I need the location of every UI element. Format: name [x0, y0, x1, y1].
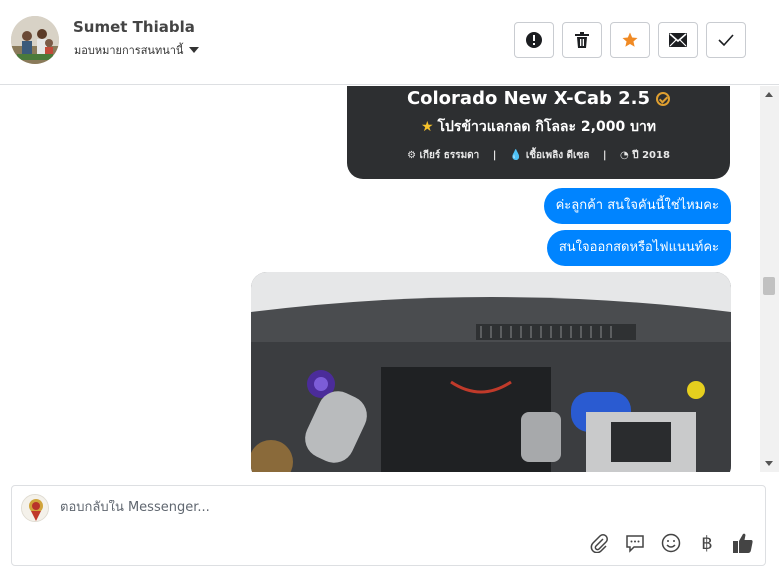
- delete-button[interactable]: [562, 22, 602, 58]
- reply-input[interactable]: [60, 500, 660, 515]
- emoji-button[interactable]: [660, 532, 682, 554]
- alert-icon: [526, 32, 542, 48]
- comment-icon: [626, 535, 644, 553]
- spec-fuel: เชื้อเพลิง ดีเซล: [525, 150, 590, 161]
- customer-avatar[interactable]: [11, 16, 59, 64]
- assign-label: มอบหมายการสนทนานี้: [74, 44, 184, 57]
- chevron-down-icon: [189, 47, 200, 53]
- car-listing-card[interactable]: Colorado New X-Cab 2.5 ★ โปรข้าวแลกลด กิโ…: [347, 86, 730, 179]
- outgoing-message[interactable]: ค่ะลูกค้า สนใจคันนี้ใช่ไหมคะ: [543, 188, 731, 224]
- like-button[interactable]: [732, 532, 754, 554]
- saved-replies-button[interactable]: [624, 532, 646, 554]
- spec-year: ปี 2018: [632, 150, 670, 161]
- verified-check-icon: [656, 92, 671, 106]
- trash-icon: [575, 32, 589, 48]
- assign-conversation-dropdown[interactable]: มอบหมายการสนทนานี้: [74, 41, 200, 59]
- scroll-thumb[interactable]: [763, 277, 775, 295]
- car-specs: ⚙ เกียร์ ธรรมดา | 💧 เชื้อเพลิง ดีเซล | ◔…: [347, 148, 730, 163]
- message-thread[interactable]: Colorado New X-Cab 2.5 ★ โปรข้าวแลกลด กิโ…: [0, 86, 760, 472]
- mark-unread-button[interactable]: [658, 22, 698, 58]
- promo-text: โปรข้าวแลกลด กิโลละ 2,000 บาท: [437, 119, 657, 135]
- attachment-icon: [590, 534, 608, 553]
- engine-bay-photo[interactable]: [251, 272, 731, 472]
- outgoing-message[interactable]: สนใจออกสดหรือไฟแนนท์คะ: [546, 230, 731, 266]
- star-icon: [622, 32, 638, 47]
- conversation-header: Sumet Thiabla มอบหมายการสนทนานี้: [0, 0, 779, 85]
- reply-composer: ฿: [11, 485, 766, 566]
- thread-scrollbar[interactable]: [760, 86, 779, 472]
- mark-done-button[interactable]: [706, 22, 746, 58]
- gauge-icon: ◔: [620, 150, 629, 161]
- thumbs-up-icon: [733, 533, 753, 553]
- card-title-row: Colorado New X-Cab 2.5: [347, 88, 730, 109]
- smiley-icon: [661, 533, 681, 553]
- attach-button[interactable]: [588, 532, 610, 554]
- fuel-drop-icon: 💧: [509, 150, 523, 161]
- divider: |: [492, 150, 497, 161]
- gear-icon: ⚙: [407, 150, 417, 161]
- customer-name: Sumet Thiabla: [73, 18, 195, 36]
- composer-tools: ฿: [588, 532, 754, 554]
- spec-gear: เกียร์ ธรรมดา: [419, 150, 480, 161]
- payment-button[interactable]: ฿: [696, 532, 718, 554]
- scroll-down-arrow-icon[interactable]: [765, 461, 773, 466]
- scroll-up-arrow-icon[interactable]: [765, 92, 773, 97]
- page-avatar: [21, 494, 49, 522]
- header-actions: [514, 22, 746, 58]
- mail-icon: [669, 33, 687, 47]
- promo-row: ★ โปรข้าวแลกลด กิโลละ 2,000 บาท: [347, 116, 730, 138]
- star-button[interactable]: [610, 22, 650, 58]
- star-icon: ★: [420, 119, 434, 135]
- check-icon: [718, 34, 734, 47]
- baht-icon: ฿: [701, 532, 713, 554]
- divider: |: [602, 150, 607, 161]
- mark-spam-button[interactable]: [514, 22, 554, 58]
- car-title: Colorado New X-Cab 2.5: [406, 88, 651, 109]
